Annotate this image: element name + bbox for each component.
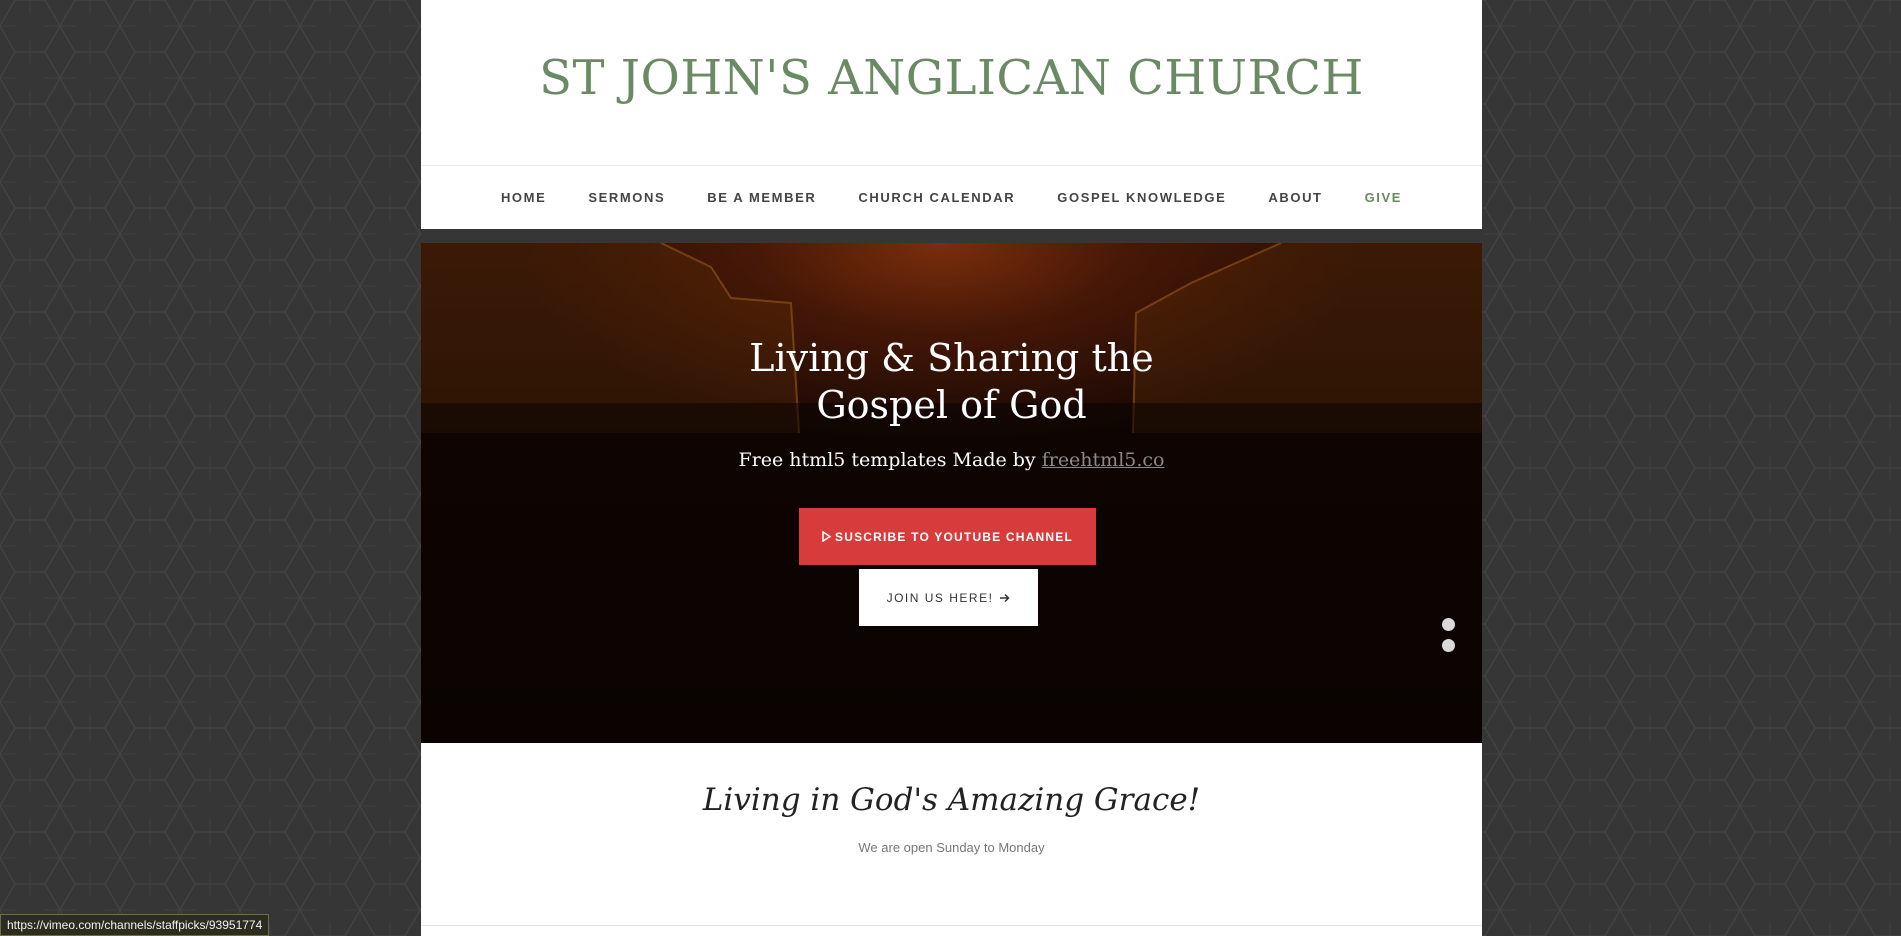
join-us-button[interactable]: JOIN US HERE! (859, 569, 1038, 626)
status-bar-url: https://vimeo.com/channels/staffpicks/93… (0, 914, 270, 936)
intro-title: Living in God's Amazing Grace! (702, 782, 1201, 818)
hero-title-line2: Gospel of God (816, 383, 1087, 427)
site-title[interactable]: ST JOHN'S ANGLICAN CHURCH (421, 50, 1482, 106)
hero-title: Living & Sharing the Gospel of God (421, 335, 1482, 429)
intro-section: Living in God's Amazing Grace! We are op… (421, 743, 1482, 936)
slider-dot-2[interactable] (1442, 639, 1455, 652)
nav-item-about[interactable]: ABOUT (1247, 190, 1343, 205)
hero-top-gap (421, 229, 1482, 243)
hero-background-image (421, 243, 1482, 743)
nav-item-church-calendar[interactable]: CHURCH CALENDAR (837, 190, 1036, 205)
slider-dots (1442, 618, 1455, 652)
main-nav: HOME SERMONS BE A MEMBER CHURCH CALENDAR… (421, 165, 1482, 229)
hero-subtitle: Free html5 templates Made by freehtml5.c… (421, 449, 1482, 471)
nav-item-home[interactable]: HOME (480, 190, 567, 205)
subscribe-youtube-label: SUSCRIBE TO YOUTUBE CHANNEL (835, 529, 1073, 544)
nav-item-give[interactable]: GIVE (1344, 190, 1423, 205)
intro-subtitle: We are open Sunday to Monday (858, 840, 1045, 855)
hero-subtitle-text: Free html5 templates Made by (738, 449, 1042, 471)
hero-slider: Living & Sharing the Gospel of God Free … (421, 243, 1482, 743)
join-us-label: JOIN US HERE! (886, 590, 994, 605)
page-container: ST JOHN'S ANGLICAN CHURCH HOME SERMONS B… (421, 0, 1482, 936)
slider-dot-1[interactable] (1442, 618, 1455, 631)
play-icon (822, 531, 831, 542)
subscribe-youtube-button[interactable]: SUSCRIBE TO YOUTUBE CHANNEL (799, 508, 1096, 565)
section-divider (421, 925, 1482, 926)
nav-item-sermons[interactable]: SERMONS (567, 190, 686, 205)
site-header: ST JOHN'S ANGLICAN CHURCH (421, 0, 1482, 165)
freehtml5-link[interactable]: freehtml5.co (1042, 449, 1165, 471)
arrow-right-icon (1000, 593, 1010, 602)
hero-title-line1: Living & Sharing the (749, 336, 1154, 380)
nav-item-gospel-knowledge[interactable]: GOSPEL KNOWLEDGE (1036, 190, 1247, 205)
nav-item-be-a-member[interactable]: BE A MEMBER (686, 190, 837, 205)
